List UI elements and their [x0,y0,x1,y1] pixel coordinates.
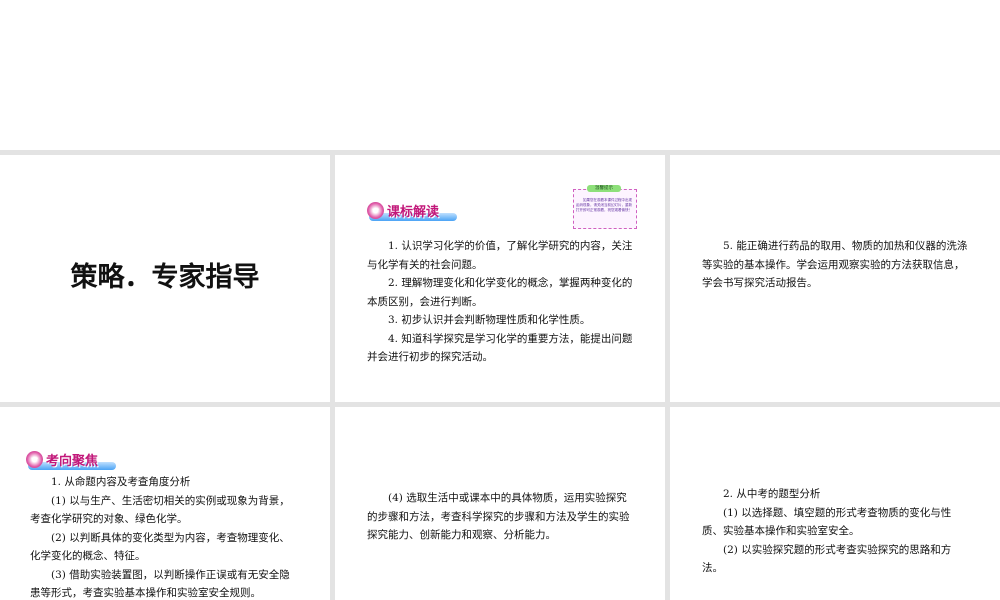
paragraph: (1) 以与生产、生活密切相关的实例或现象为背景，考查化学研究的对象、绿色化学。 [30,494,290,526]
blank-top-area [0,0,1000,150]
paragraph: (2) 以判断具体的变化类型为内容，考查物理变化、化学变化的概念、特征。 [30,531,290,563]
text-block: (4) 选取生活中或课本中的具体物质，运用实验探究的步骤和方法，考查科学探究的步… [367,489,637,545]
tip-label: 温馨提示 [587,185,621,192]
paragraph: (2) 以实验探究题的形式考查实验探究的思路和方法。 [702,543,952,575]
paragraph: 2. 理解物理变化和化学变化的概念，掌握两种变化的本质区别，会进行判断。 [367,277,633,308]
paragraph: 1. 认识学习化学的价值，了解化学研究的内容，关注与化学有关的社会问题。 [367,240,633,271]
text-block: 1. 从命题内容及考查角度分析 (1) 以与生产、生活密切相关的实例或现象为背景… [30,473,295,600]
banner-label: 课标解读 [387,204,440,220]
paragraph: (1) 以选择题、填空题的形式考查物质的变化与性质、实验基本操作和实验室安全。 [702,506,952,538]
paragraph: 3. 初步认识并会判断物理性质和化学性质。 [388,314,591,326]
arrow-circle-icon: → [367,201,384,219]
paragraph: (3) 借助实验装置图，以判断操作正误或有无安全隐患等形式，考查实验基本操作和实… [30,568,290,600]
paragraph: (4) 选取生活中或课本中的具体物质，运用实验探究的步骤和方法，考查科学探究的步… [367,492,630,541]
text-block: 5. 能正确进行药品的取用、物质的加热和仪器的洗涤等实验的基本操作。学会运用观察… [702,237,972,293]
text-block: 1. 认识学习化学的价值，了解化学研究的内容，关注与化学有关的社会问题。 2. … [367,237,637,367]
text-block: 2. 从中考的题型分析 (1) 以选择题、填空题的形式考查物质的变化与性质、实验… [702,485,972,578]
tip-box: 如果您在观看本课件过程中出现乱码现象，请关闭当前幻灯片，重新打开即可正常观看，祝… [573,189,637,229]
paragraph: 4. 知道科学探究是学习化学的重要方法，能提出问题并会进行初步的探究活动。 [367,332,633,364]
slide-1[interactable]: 策略．专家指导 [0,155,330,402]
slide-3[interactable]: 5. 能正确进行药品的取用、物质的加热和仪器的洗涤等实验的基本操作。学会运用观察… [670,155,1000,402]
paragraph: 2. 从中考的题型分析 [723,488,821,500]
tip-text: 如果您在观看本课件过程中出现乱码现象，请关闭当前幻灯片，重新打开即可正常观看，祝… [576,198,632,212]
arrow-circle-icon: → [26,450,43,468]
paragraph: 1. 从命题内容及考查角度分析 [51,476,191,488]
banner-label: 考向聚焦 [46,453,99,469]
paragraph: 5. 能正确进行药品的取用、物质的加热和仪器的洗涤等实验的基本操作。学会运用观察… [702,240,968,289]
slide-5[interactable]: (4) 选取生活中或课本中的具体物质，运用实验探究的步骤和方法，考查科学探究的步… [335,407,665,600]
slide-title: 策略．专家指导 [70,262,260,293]
slide-6[interactable]: 2. 从中考的题型分析 (1) 以选择题、填空题的形式考查物质的变化与性质、实验… [670,407,1000,600]
slide-2[interactable]: → 课标解读 如果您在观看本课件过程中出现乱码现象，请关闭当前幻灯片，重新打开即… [335,155,665,402]
slide-4[interactable]: → 考向聚焦 1. 从命题内容及考查角度分析 (1) 以与生产、生活密切相关的实… [0,407,330,600]
banner-exam-focus: → 考向聚焦 [26,448,118,470]
banner-curriculum: → 课标解读 [367,199,459,221]
